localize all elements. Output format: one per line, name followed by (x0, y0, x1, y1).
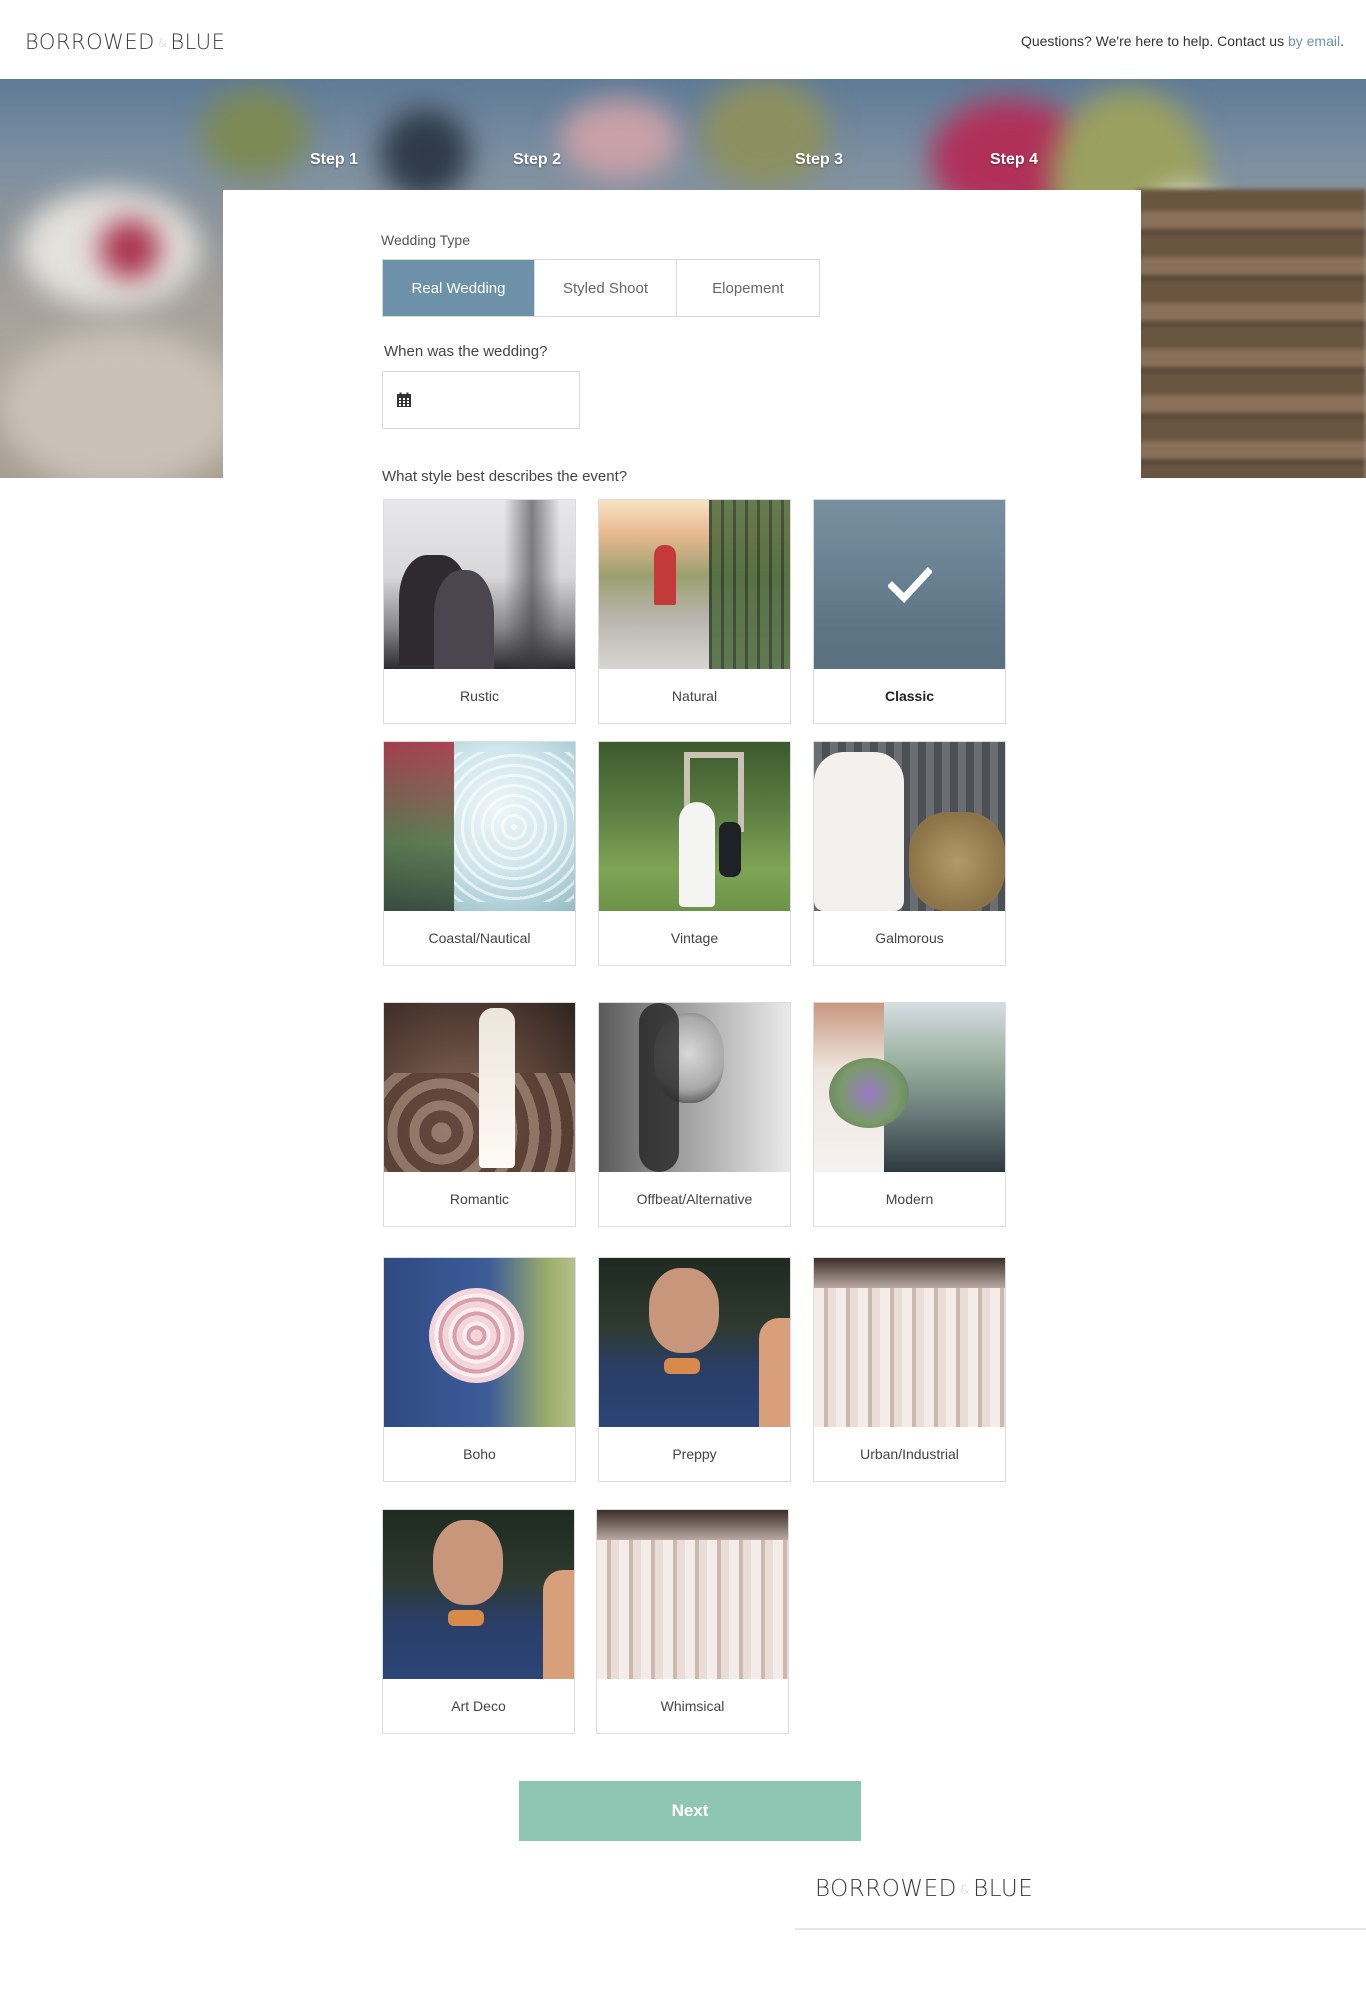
logo-text-left: BORROWED (815, 1876, 957, 1902)
style-image (599, 1003, 790, 1172)
wedding-type-elopement[interactable]: Elopement (677, 260, 819, 316)
logo-text-right: BLUE (170, 30, 226, 54)
style-option-boho[interactable]: Boho (383, 1257, 576, 1482)
event-style-label: What style best describes the event? (382, 468, 628, 485)
selected-overlay (814, 500, 1005, 669)
style-image (384, 500, 575, 669)
style-option-modern[interactable]: Modern (813, 1002, 1006, 1227)
wedding-type-styled-shoot[interactable]: Styled Shoot (535, 260, 677, 316)
style-label: Boho (463, 1446, 496, 1462)
wedding-date-label: When was the wedding? (384, 343, 548, 360)
style-label: Art Deco (451, 1698, 506, 1714)
style-label: Classic (884, 688, 935, 704)
style-image (384, 1258, 575, 1427)
style-image (383, 1510, 574, 1679)
style-option-vintage[interactable]: Vintage (598, 741, 791, 966)
style-image (814, 1258, 1005, 1427)
style-option-natural[interactable]: Natural (598, 499, 791, 724)
site-header: BORROWED & BLUE Questions? We're here to h… (0, 0, 1366, 79)
style-image (599, 1258, 790, 1427)
footer-logo[interactable]: BORROWED & BLUE (815, 1876, 1033, 1902)
style-label: Coastal/Nautical (428, 930, 531, 946)
style-option-offbeat-alternative[interactable]: Offbeat/Alternative (598, 1002, 791, 1227)
style-label: Vintage (670, 930, 719, 946)
style-label: Urban/Industrial (860, 1446, 959, 1462)
step-2-label[interactable]: Step 2 (513, 151, 561, 169)
style-option-preppy[interactable]: Preppy (598, 1257, 791, 1482)
hero-bench (1136, 189, 1366, 478)
logo-text-left: BORROWED (25, 30, 155, 54)
footer-divider (795, 1928, 1366, 1930)
next-button[interactable]: Next (519, 1781, 861, 1841)
style-label: Natural (671, 688, 718, 704)
help-message: Questions? We're here to help. Contact u… (1021, 33, 1344, 49)
style-image (384, 742, 575, 911)
style-option-galmorous[interactable]: Galmorous (813, 741, 1006, 966)
help-text: Questions? We're here to help. Contact u… (1020, 33, 1285, 49)
style-label: Romantic (449, 1191, 510, 1207)
style-image (597, 1510, 788, 1679)
style-option-art-deco[interactable]: Art Deco (382, 1509, 575, 1734)
step-1-label[interactable]: Step 1 (310, 151, 358, 169)
style-image (384, 1003, 575, 1172)
hero-guests (380, 109, 470, 199)
style-label: Modern (885, 1191, 934, 1207)
style-image (814, 500, 1005, 669)
style-label: Offbeat/Alternative (636, 1191, 753, 1207)
style-option-romantic[interactable]: Romantic (383, 1002, 576, 1227)
style-image (814, 742, 1005, 911)
style-option-classic[interactable]: Classic (813, 499, 1006, 724)
style-option-rustic[interactable]: Rustic (383, 499, 576, 724)
check-icon (887, 566, 932, 603)
style-image (814, 1003, 1005, 1172)
wedding-date-input[interactable] (382, 371, 580, 429)
wedding-type-selector: Real Wedding Styled Shoot Elopement (382, 259, 820, 317)
style-label: Galmorous (875, 930, 944, 946)
hero-flowers (100, 219, 160, 279)
hero-foliage (200, 89, 310, 179)
style-image (599, 500, 790, 669)
style-option-urban-industrial[interactable]: Urban/Industrial (813, 1257, 1006, 1482)
help-text-end: . (1340, 33, 1344, 49)
calendar-icon (397, 392, 411, 407)
email-link[interactable]: by email (1288, 33, 1340, 49)
hero-foliage (700, 79, 830, 189)
logo-text-right: BLUE (973, 1876, 1034, 1902)
logo-ampersand: & (959, 1882, 971, 1897)
wedding-type-label: Wedding Type (381, 232, 470, 248)
wedding-type-real-wedding[interactable]: Real Wedding (383, 260, 535, 316)
hero-aisle (0, 329, 240, 478)
style-label: Preppy (672, 1446, 717, 1462)
style-image (599, 742, 790, 911)
style-label: Rustic (460, 688, 499, 704)
style-label: Whimsical (660, 1698, 725, 1714)
step-4-label[interactable]: Step 4 (990, 151, 1038, 169)
style-option-whimsical[interactable]: Whimsical (596, 1509, 789, 1734)
hero-flowers (560, 99, 680, 179)
style-option-coastal-nautical[interactable]: Coastal/Nautical (383, 741, 576, 966)
step-3-label[interactable]: Step 3 (795, 151, 843, 169)
brand-logo[interactable]: BORROWED & BLUE (25, 30, 225, 54)
logo-ampersand: & (157, 36, 168, 50)
